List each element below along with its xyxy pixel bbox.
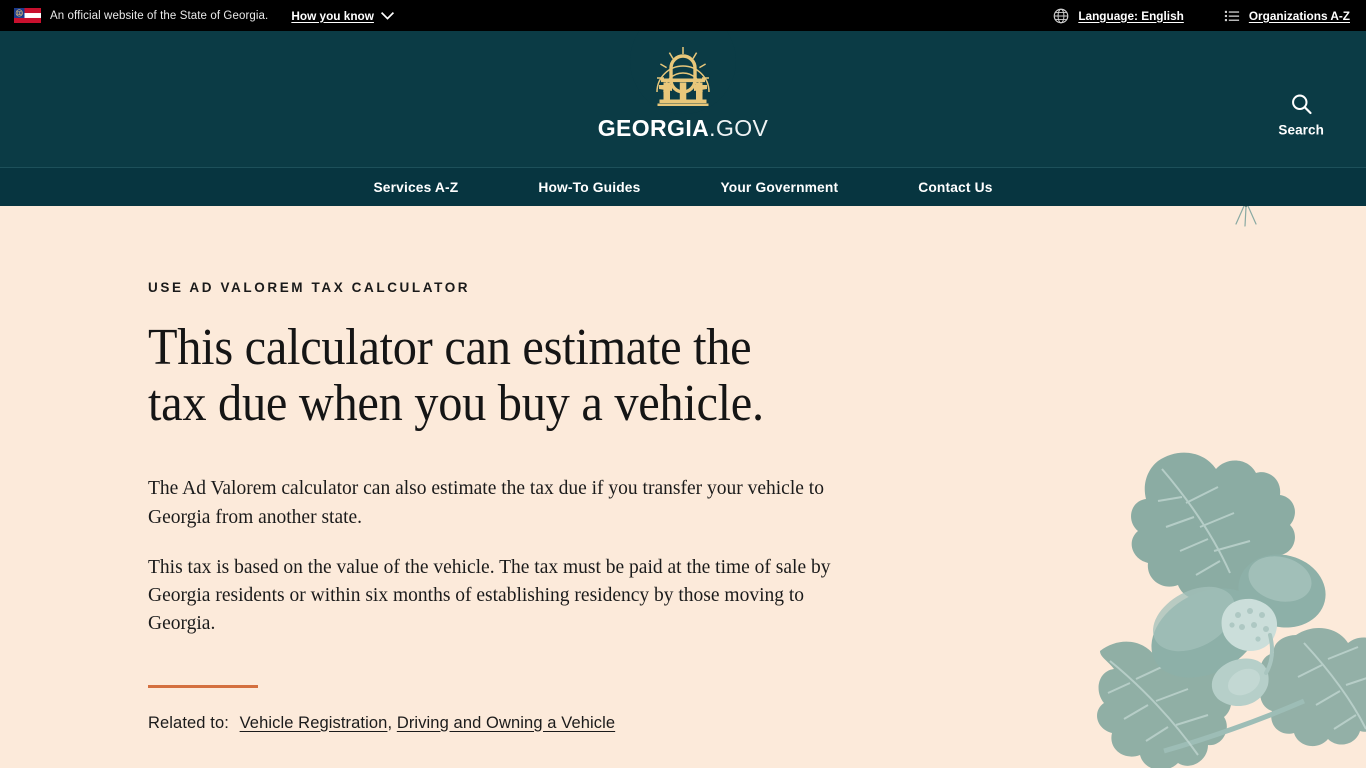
primary-navigation: Services A-Z How-To Guides Your Governme…	[0, 167, 1366, 206]
related-separator: ,	[387, 713, 393, 732]
wordmark-gov: .GOV	[709, 115, 769, 141]
nav-item-contact-us[interactable]: Contact Us	[878, 168, 1032, 207]
organizations-a-z-label: Organizations A-Z	[1248, 8, 1350, 23]
hero-paragraph-2: This tax is based on the value of the ve…	[148, 556, 831, 635]
list-icon	[1224, 10, 1239, 21]
language-selector[interactable]: Language: English	[1053, 8, 1184, 24]
search-icon	[1291, 94, 1312, 115]
site-wordmark: GEORGIA.GOV	[598, 115, 769, 142]
butterfly-illustration	[1235, 206, 1257, 227]
hero-body-copy: The Ad Valorem calculator can also estim…	[148, 475, 854, 638]
banner-right-group: Language: English Organizations A-Z	[1053, 0, 1350, 31]
official-banner-text: An official website of the State of Geor…	[50, 9, 269, 22]
search-button-label: Search	[1278, 122, 1324, 138]
nav-item-how-to-guides[interactable]: How-To Guides	[498, 168, 680, 207]
related-label: Related to:	[148, 713, 229, 732]
organizations-a-z-link[interactable]: Organizations A-Z	[1224, 8, 1350, 24]
banner-left-group: An official website of the State of Geor…	[14, 8, 394, 23]
official-gov-banner: An official website of the State of Geor…	[0, 0, 1366, 31]
nav-item-your-government[interactable]: Your Government	[680, 168, 878, 207]
hero-section: USE AD VALOREM TAX CALCULATOR This calcu…	[0, 206, 1366, 768]
related-link-driving-and-owning-a-vehicle[interactable]: Driving and Owning a Vehicle	[397, 714, 615, 732]
hero-content: USE AD VALOREM TAX CALCULATOR This calcu…	[0, 206, 860, 733]
acorn-right	[1221, 554, 1326, 675]
hero-paragraph-1: The Ad Valorem calculator can also estim…	[148, 478, 824, 528]
how-you-know-toggle[interactable]: How you know	[291, 9, 394, 23]
oak-leaves-acorns-illustration	[1097, 452, 1366, 768]
page-title: This calculator can estimate the tax due…	[148, 319, 764, 432]
accent-divider	[148, 684, 258, 688]
how-you-know-label: How you know	[291, 8, 374, 23]
search-button[interactable]: Search	[1278, 93, 1324, 138]
wordmark-georgia: GEORGIA	[597, 115, 710, 141]
page-eyebrow: USE AD VALOREM TAX CALCULATOR	[148, 280, 471, 295]
chevron-down-icon	[380, 11, 394, 20]
nav-item-services-a-z[interactable]: Services A-Z	[333, 168, 498, 207]
related-topics: Related to: Vehicle Registration, Drivin…	[148, 714, 860, 733]
site-masthead: GEORGIA.GOV Search	[0, 8, 1366, 167]
globe-icon	[1053, 8, 1069, 23]
georgia-state-flag-icon	[14, 8, 41, 23]
acorn-left	[1151, 586, 1269, 707]
georgia-arch-logo-icon	[656, 47, 710, 106]
related-link-vehicle-registration[interactable]: Vehicle Registration	[240, 714, 388, 732]
language-label: Language: English	[1078, 8, 1184, 23]
